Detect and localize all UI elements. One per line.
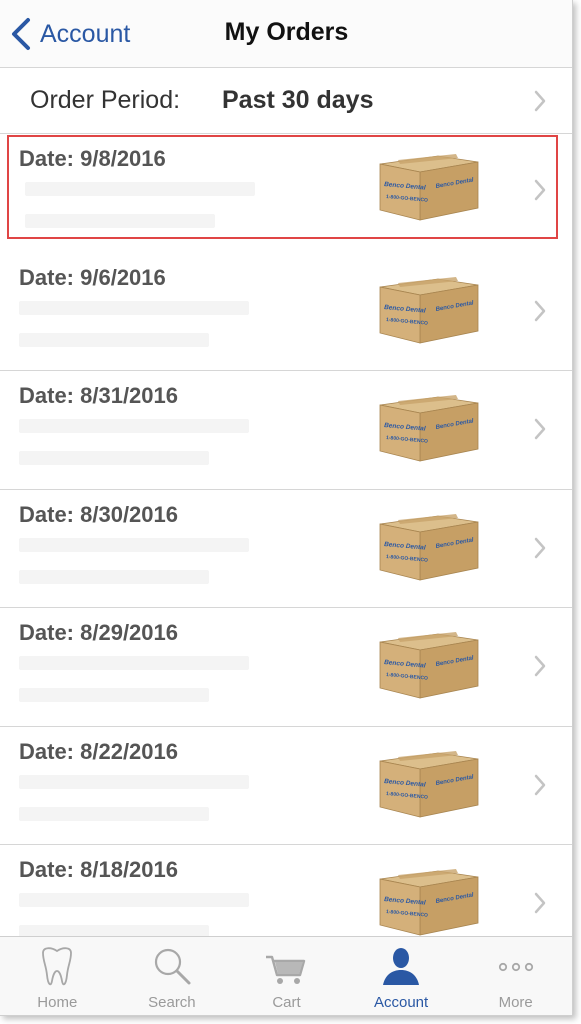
order-detail-placeholder: [19, 537, 249, 552]
order-detail-placeholder: [19, 569, 209, 584]
chevron-right-icon: [533, 417, 547, 441]
order-row-2[interactable]: Date: 9/6/2016 Benco Dental 1-800-GO-BEN…: [0, 252, 572, 371]
order-period-label: Order Period:: [30, 86, 181, 114]
tab-account[interactable]: Account: [344, 937, 459, 1015]
page-title: My Orders: [224, 18, 349, 46]
shipping-box-image: Benco Dental 1-800-GO-BENCO Benco Dental: [379, 632, 479, 699]
order-date: Date: 8/31/2016: [19, 383, 178, 408]
order-detail-placeholder: [19, 300, 249, 315]
tab-account-label: Account: [373, 994, 429, 1011]
order-detail-placeholder: [25, 182, 255, 196]
order-date: Date: 9/8/2016: [19, 146, 166, 171]
chevron-right-icon: [533, 178, 547, 202]
order-detail-placeholder: [25, 214, 215, 228]
order-detail-placeholder: [19, 774, 249, 789]
order-detail-placeholder: [19, 893, 249, 907]
order-detail-placeholder: [19, 806, 209, 821]
order-detail-placeholder: [19, 688, 209, 702]
order-row-4[interactable]: Date: 8/30/2016 Benco Dental 1-800-GO-BE…: [0, 489, 572, 608]
shipping-box-image: Benco Dental 1-800-GO-BENCO Benco Dental: [379, 276, 479, 344]
cart-icon: [266, 955, 306, 984]
tab-home-label: Home: [37, 994, 78, 1011]
orders-list: Date: 9/8/2016 Benco Dental 1-800-GO-BEN…: [0, 134, 572, 964]
shipping-box-image: Benco Dental 1-800-GO-BENCO Benco Dental: [379, 869, 479, 936]
tab-bar: Home Search Cart Account More: [0, 936, 572, 1015]
order-date: Date: 8/29/2016: [19, 620, 178, 645]
tab-search[interactable]: Search: [115, 937, 230, 1015]
shipping-box-image: Benco Dental 1-800-GO-BENCO Benco Dental: [379, 395, 479, 462]
order-row-1[interactable]: Date: 9/8/2016 Benco Dental 1-800-GO-BEN…: [6, 134, 559, 240]
chevron-right-icon: [533, 891, 547, 915]
tab-cart-label: Cart: [272, 994, 301, 1011]
search-icon: [154, 948, 191, 985]
order-detail-placeholder: [19, 451, 209, 465]
order-date: Date: 8/30/2016: [19, 501, 178, 527]
order-date: Date: 8/18/2016: [19, 857, 178, 882]
order-detail-placeholder: [19, 656, 249, 670]
shipping-box-image: Benco Dental 1-800-GO-BENCO Benco Dental: [379, 154, 479, 221]
order-row-6[interactable]: Date: 8/22/2016 Benco Dental 1-800-GO-BE…: [0, 726, 572, 845]
chevron-right-icon: [533, 536, 547, 560]
order-date: Date: 9/6/2016: [19, 264, 166, 290]
nav-bar: Account My Orders: [0, 0, 572, 68]
tab-search-label: Search: [148, 994, 196, 1011]
tab-home[interactable]: Home: [0, 937, 115, 1015]
order-period-value: Past 30 days: [222, 86, 374, 114]
chevron-right-icon: [533, 299, 547, 323]
order-row-5[interactable]: Date: 8/29/2016 Benco Dental 1-800-GO-BE…: [0, 608, 572, 727]
order-period-row[interactable]: Order Period: Past 30 days: [0, 68, 572, 134]
tooth-icon: [42, 947, 73, 986]
shipping-box-image: Benco Dental 1-800-GO-BENCO Benco Dental: [379, 513, 479, 581]
more-dots-icon: [498, 962, 533, 972]
person-icon: [383, 948, 420, 985]
shipping-box-image: Benco Dental 1-800-GO-BENCO Benco Dental: [379, 750, 479, 818]
chevron-right-icon: [533, 89, 547, 113]
order-detail-placeholder: [19, 419, 249, 433]
order-detail-placeholder: [19, 332, 209, 347]
order-date: Date: 8/22/2016: [19, 738, 178, 764]
order-row-3[interactable]: Date: 8/31/2016 Benco Dental 1-800-GO-BE…: [0, 371, 572, 490]
chevron-right-icon: [533, 773, 547, 797]
chevron-right-icon: [533, 654, 547, 678]
phone-frame: Account My Orders Order Period: Past 30 …: [0, 0, 573, 1016]
tab-cart[interactable]: Cart: [229, 937, 344, 1015]
tab-more[interactable]: More: [458, 937, 572, 1015]
tab-more-label: More: [498, 994, 533, 1011]
